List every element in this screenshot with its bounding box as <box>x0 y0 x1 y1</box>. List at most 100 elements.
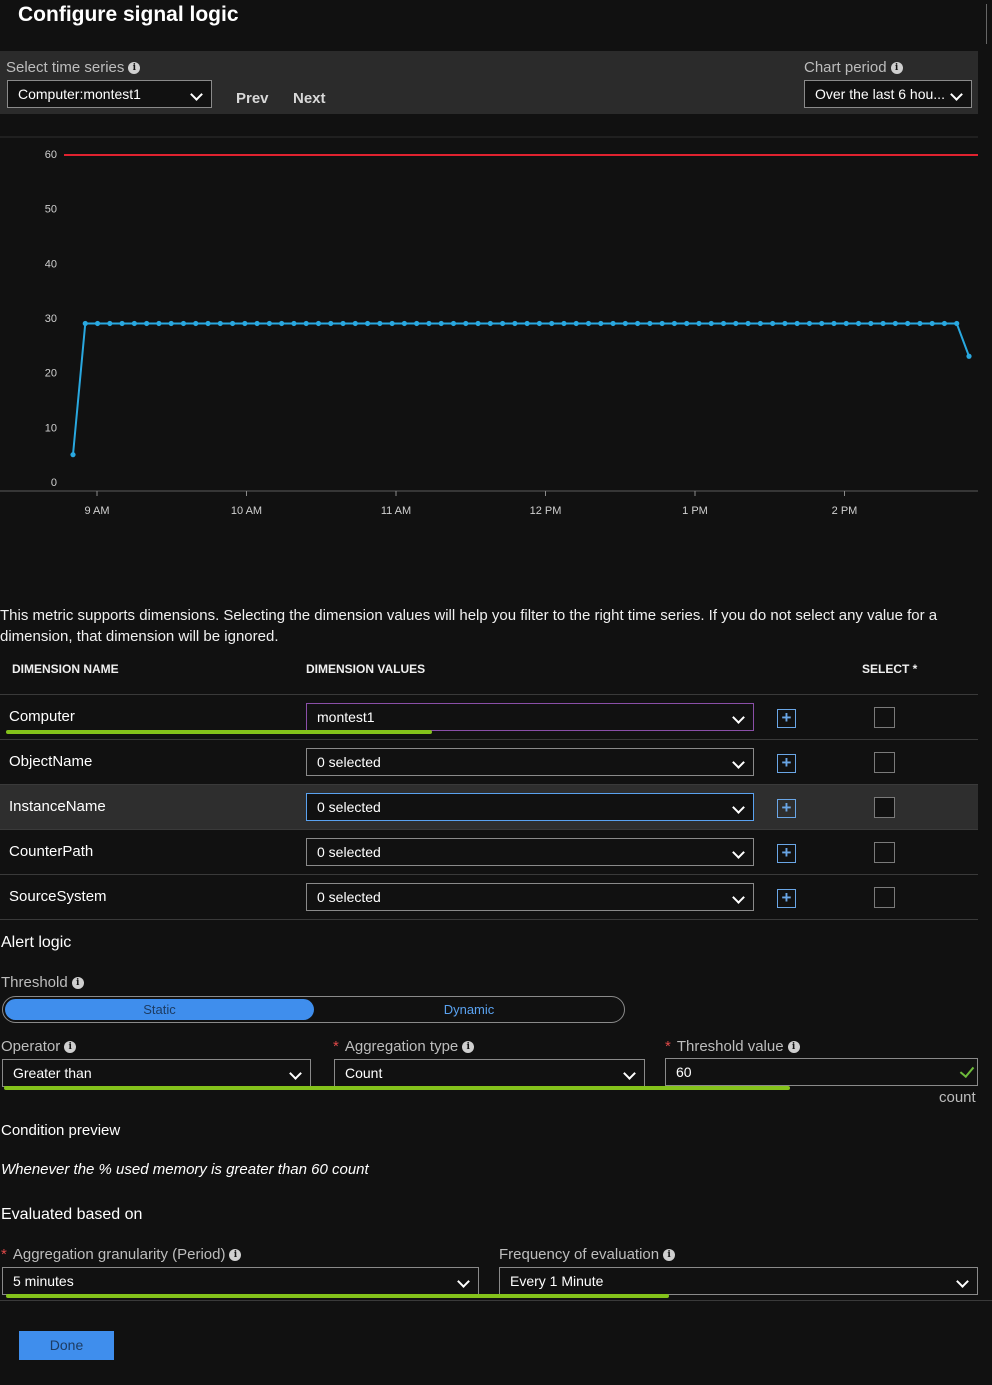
alert-logic-heading: Alert logic <box>1 934 72 951</box>
column-header-dimension-name: DIMENSION NAME <box>12 662 119 676</box>
time-series-select[interactable]: Computer:montest1 <box>7 80 212 108</box>
column-header-select: SELECT * <box>862 662 918 676</box>
data-point <box>892 320 898 327</box>
add-value-button[interactable]: + <box>777 889 796 908</box>
frequency-select[interactable]: Every 1 Minute <box>499 1267 978 1295</box>
chevron-down-icon <box>956 1275 969 1288</box>
select-checkbox[interactable] <box>874 752 895 773</box>
dimension-values-select[interactable]: montest1 <box>306 703 754 731</box>
data-point <box>242 320 248 327</box>
chevron-down-icon <box>732 756 745 769</box>
data-point <box>966 353 972 359</box>
data-point <box>438 320 444 327</box>
data-point <box>70 452 76 458</box>
data-point <box>647 320 653 327</box>
dimension-values-select[interactable]: 0 selected <box>306 793 754 821</box>
data-point <box>205 320 211 327</box>
chevron-down-icon <box>732 801 745 814</box>
dimension-row-sourcesystem: SourceSystem 0 selected + <box>0 875 978 920</box>
time-series-label: Select time series i <box>6 59 141 76</box>
condition-preview-heading: Condition preview <box>1 1122 121 1139</box>
data-point <box>315 320 322 327</box>
select-checkbox[interactable] <box>874 797 895 818</box>
next-button[interactable]: Next <box>293 90 326 107</box>
data-point <box>340 320 346 327</box>
select-checkbox[interactable] <box>874 842 895 863</box>
data-point <box>217 320 223 327</box>
data-point <box>94 320 101 327</box>
data-point <box>426 320 432 327</box>
prev-button[interactable]: Prev <box>236 90 269 107</box>
operator-select[interactable]: Greater than <box>2 1059 311 1087</box>
highlight-underline <box>6 730 432 734</box>
threshold-value-input[interactable]: 60 <box>665 1058 978 1086</box>
data-point <box>512 320 518 327</box>
x-tick-label: 12 PM <box>530 505 562 517</box>
info-icon[interactable]: i <box>462 1041 475 1054</box>
select-checkbox[interactable] <box>874 707 895 728</box>
select-checkbox[interactable] <box>874 887 895 908</box>
data-point <box>610 320 616 327</box>
column-header-dimension-values: DIMENSION VALUES <box>306 662 426 676</box>
add-value-button[interactable]: + <box>777 844 796 863</box>
metric-chart: 60 50 40 30 20 10 0 9 AM 10 AM 11 AM 12 PM 1 PM 2 PM <box>0 136 978 517</box>
data-point <box>671 320 678 327</box>
info-icon[interactable]: i <box>787 1041 800 1054</box>
y-tick-label: 60 <box>45 149 57 161</box>
frequency-label: Frequency of evaluation i <box>499 1246 676 1263</box>
highlight-underline <box>4 1086 790 1090</box>
data-point <box>917 320 923 327</box>
data-point <box>291 320 297 327</box>
dimension-name: CounterPath <box>9 843 94 860</box>
chevron-down-icon <box>289 1067 302 1080</box>
add-value-button[interactable]: + <box>777 709 796 728</box>
series-line <box>72 322 970 455</box>
info-icon[interactable]: i <box>229 1249 242 1262</box>
data-point <box>475 320 481 327</box>
chart-period-select[interactable]: Over the last 6 hou... <box>804 80 972 108</box>
y-tick-label: 20 <box>45 368 57 380</box>
x-tick-label: 10 AM <box>231 505 262 517</box>
data-point <box>843 320 849 327</box>
add-value-button[interactable]: + <box>777 754 796 773</box>
data-point <box>585 320 592 327</box>
data-point <box>733 320 739 327</box>
data-point <box>573 320 579 327</box>
dimension-values-select[interactable]: 0 selected <box>306 883 754 911</box>
data-point <box>720 320 727 327</box>
data-point <box>144 320 150 327</box>
chevron-down-icon <box>950 88 963 101</box>
dimension-values-select[interactable]: 0 selected <box>306 748 754 776</box>
dimension-name: Computer <box>9 708 75 725</box>
data-point <box>855 320 862 327</box>
dynamic-option[interactable]: Dynamic <box>314 999 624 1020</box>
y-tick-label: 40 <box>45 258 57 270</box>
info-icon[interactable]: i <box>663 1249 676 1262</box>
close-icon[interactable] <box>986 4 992 44</box>
data-point <box>389 320 395 327</box>
aggregation-type-select[interactable]: Count <box>334 1059 645 1087</box>
static-option[interactable]: Static <box>5 999 314 1020</box>
data-point <box>328 320 334 327</box>
data-point <box>156 320 162 327</box>
data-point <box>266 320 272 327</box>
info-icon[interactable]: i <box>890 62 903 75</box>
x-tick-label: 1 PM <box>682 505 708 517</box>
data-point <box>831 320 837 327</box>
chevron-down-icon <box>732 891 745 904</box>
info-icon[interactable]: i <box>128 62 141 75</box>
info-icon[interactable]: i <box>64 1041 77 1054</box>
threshold-label: Threshold i <box>1 974 84 991</box>
data-point <box>524 320 530 327</box>
add-value-button[interactable]: + <box>777 799 796 818</box>
aggregation-granularity-select[interactable]: 5 minutes <box>2 1267 479 1295</box>
data-point <box>107 320 113 327</box>
aggregation-type-label: * Aggregation type i <box>333 1038 475 1055</box>
threshold-type-toggle: Static Dynamic <box>2 996 625 1023</box>
evaluation-heading: Evaluated based on <box>1 1206 143 1223</box>
data-point <box>229 320 236 327</box>
info-icon[interactable]: i <box>71 977 84 990</box>
done-button[interactable]: Done <box>19 1331 114 1360</box>
dimension-values-select[interactable]: 0 selected <box>306 838 754 866</box>
data-point <box>745 320 751 327</box>
